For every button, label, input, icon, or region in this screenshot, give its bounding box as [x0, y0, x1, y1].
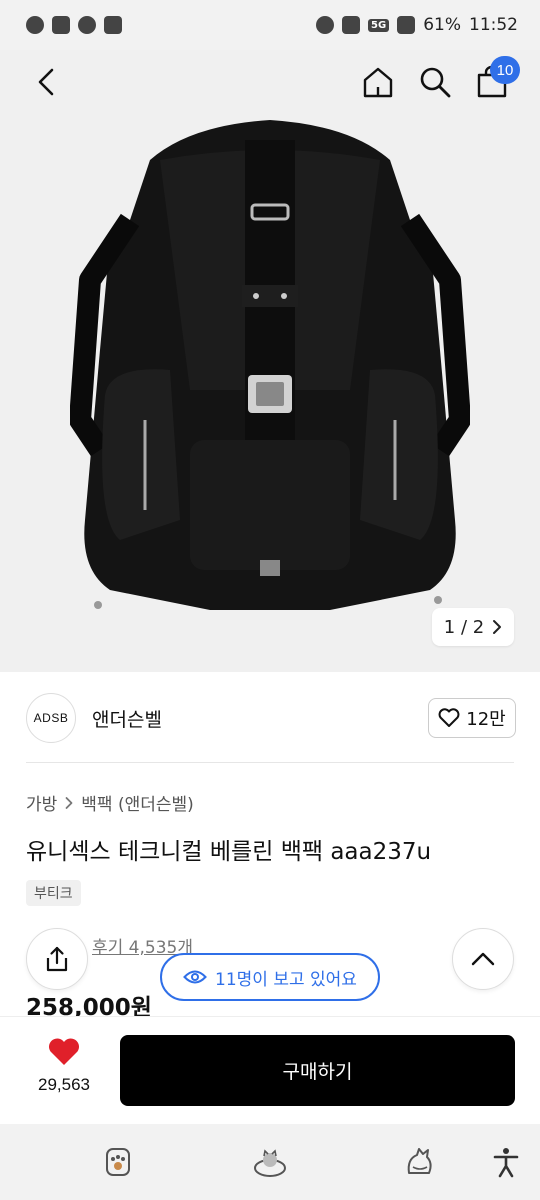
signal-icon: [397, 16, 416, 34]
scroll-to-top-button[interactable]: [452, 928, 514, 990]
pager-text: 1 / 2: [443, 616, 485, 638]
brand-like-button[interactable]: 12만: [428, 698, 516, 738]
cart-count-badge: 10: [490, 56, 520, 84]
top-nav: 10: [0, 50, 540, 114]
alarm-icon: [316, 16, 335, 34]
product-image-gallery[interactable]: 10 1 / 2: [0, 50, 540, 672]
chevron-right-icon: [65, 796, 73, 809]
status-bar: 5G 61% 11:52: [0, 0, 540, 50]
chevron-left-icon: [38, 68, 54, 96]
network-type: 5G: [368, 18, 390, 32]
buy-button[interactable]: 구매하기: [120, 1035, 515, 1106]
home-icon: [363, 67, 393, 98]
viewers-badge: 11명이 보고 있어요: [160, 953, 380, 1001]
cart-button[interactable]: 10: [472, 56, 520, 102]
brand-name[interactable]: 앤더슨벨: [92, 705, 162, 732]
pill-icon: [78, 16, 96, 34]
gallery-pager[interactable]: 1 / 2: [432, 608, 514, 646]
battery-percent: 61%: [423, 15, 461, 35]
brand-like-count: 12만: [466, 709, 506, 730]
talk-icon: [26, 16, 44, 34]
brand-row: ADSB 앤더슨벨 12만: [26, 688, 516, 748]
breadcrumb-category[interactable]: 가방: [26, 790, 57, 815]
paw-icon[interactable]: [100, 1144, 136, 1180]
divider: [26, 762, 514, 763]
brand-logo[interactable]: ADSB: [26, 693, 76, 743]
wishlist-count: 29,563: [38, 1075, 90, 1094]
back-button[interactable]: [26, 62, 66, 102]
viewers-text: 11명이 보고 있어요: [215, 969, 357, 990]
search-button[interactable]: [415, 62, 455, 102]
notification-icons: [26, 16, 122, 34]
heart-outline-icon: [438, 708, 460, 727]
breadcrumb: 가방 백팩 (앤더슨벨): [26, 790, 194, 815]
bottom-system-bar: [0, 1124, 540, 1200]
chevron-right-icon: [493, 620, 502, 634]
backpack-product-image: [70, 120, 470, 610]
breadcrumb-subcategory[interactable]: 백팩 (앤더슨벨): [81, 790, 194, 815]
wishlist-button[interactable]: 29,563: [26, 1037, 102, 1095]
boutique-tag: 부티크: [26, 880, 81, 906]
mute-icon: [342, 16, 361, 34]
search-icon: [420, 67, 451, 98]
product-title: 유니섹스 테크니컬 베를린 백팩 aaa237u: [26, 839, 432, 865]
app-icon: [104, 16, 122, 34]
cat-bowl-icon[interactable]: [252, 1144, 288, 1180]
instagram-icon: [52, 16, 70, 34]
chevron-up-icon: [471, 952, 495, 966]
cat-icon[interactable]: [402, 1144, 438, 1180]
eye-icon: [183, 970, 207, 984]
home-button[interactable]: [358, 62, 398, 102]
bottom-purchase-bar: 29,563 구매하기: [0, 1016, 540, 1124]
clock: 11:52: [469, 15, 518, 35]
accessibility-icon[interactable]: [488, 1144, 524, 1180]
share-icon: [46, 946, 68, 972]
share-button[interactable]: [26, 928, 88, 990]
heart-filled-icon: [48, 1038, 80, 1065]
